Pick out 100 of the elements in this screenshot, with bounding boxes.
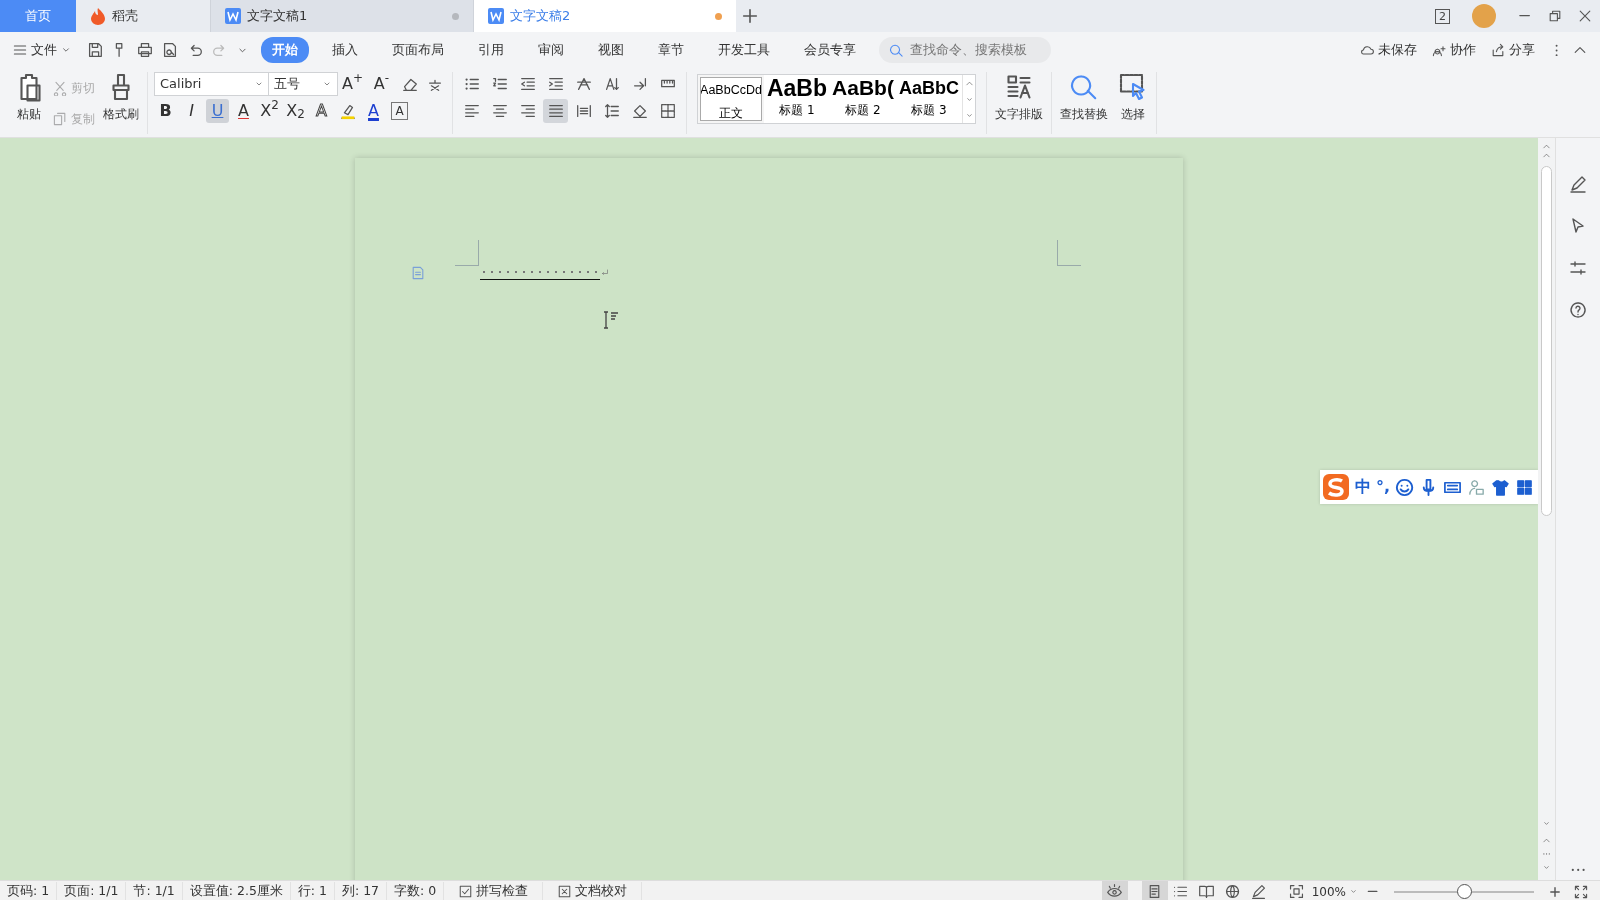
ribbon-tab[interactable]: 插入 xyxy=(321,37,369,63)
ribbon-tab[interactable]: 页面布局 xyxy=(381,37,455,63)
globe-icon xyxy=(1224,883,1242,900)
find-replace-button[interactable]: 查找替换 xyxy=(1058,72,1110,134)
text-layout-button[interactable]: 文字排版 xyxy=(993,72,1045,134)
status-text: 设置值: 2.5厘米 xyxy=(182,882,291,900)
style-preview: AaBbCcDd xyxy=(700,82,762,99)
align-left-icon xyxy=(462,102,481,120)
search-field[interactable]: 查找命令、搜索模板 xyxy=(879,37,1051,63)
book-icon xyxy=(1198,883,1216,900)
align-right-icon xyxy=(518,102,537,120)
sliders-icon xyxy=(1568,258,1588,278)
page-view-button[interactable] xyxy=(1141,880,1168,900)
superscript-button[interactable]: X$^{2}$ xyxy=(258,99,281,123)
paragraph-mark-icon xyxy=(600,268,610,278)
subscript-button[interactable]: X$_{2}$ xyxy=(284,99,307,123)
select-button[interactable]: 选择 xyxy=(1116,72,1150,134)
status-text: 列: 17 xyxy=(335,882,388,900)
text-direction-icon xyxy=(574,75,593,93)
status-text: 页面: 1/1 xyxy=(57,882,127,900)
checkbox-icon xyxy=(458,884,474,899)
font-color-button[interactable]: A xyxy=(362,99,385,123)
style-preview: AaBbC xyxy=(899,77,959,100)
writer-logo-icon xyxy=(225,8,241,24)
fullscreen-icon xyxy=(1573,883,1589,900)
eye-icon xyxy=(1106,883,1124,900)
style-preview: AaBb( xyxy=(832,75,894,101)
margin-corner-mark xyxy=(1057,240,1081,266)
next-page-icon xyxy=(1542,863,1551,872)
bold-button[interactable]: B xyxy=(154,99,177,123)
proofread-button[interactable]: 文档校对 xyxy=(543,882,643,900)
language-mode-toggle[interactable]: 中 xyxy=(1354,475,1371,499)
file-menu[interactable]: 文件 xyxy=(10,38,74,62)
help-icon xyxy=(1568,300,1588,320)
style-preset[interactable]: AaBbCcDd 正文 xyxy=(698,75,764,123)
document-tab[interactable]: 文字文稿1 xyxy=(210,0,473,32)
caret-icon xyxy=(1349,887,1358,896)
fill-icon xyxy=(630,102,649,120)
status-text: 页码: 1 xyxy=(0,882,58,900)
scrollbar-thumb[interactable] xyxy=(1541,166,1552,516)
ribbon-tab[interactable]: 视图 xyxy=(587,37,635,63)
line-spacing-icon xyxy=(602,102,621,120)
save-status-button[interactable]: 未保存 xyxy=(1356,38,1419,62)
scissors-icon xyxy=(52,79,68,96)
indent-icon xyxy=(546,75,565,93)
document-tab[interactable]: 文字文稿2 xyxy=(473,0,736,32)
shirt-icon[interactable] xyxy=(1491,477,1510,497)
collaborate-button[interactable]: 协作 xyxy=(1428,38,1478,62)
character-border-button[interactable]: A xyxy=(388,99,411,123)
grow-font-button[interactable]: A$^{+}$ xyxy=(341,72,364,96)
x-box-icon xyxy=(557,884,573,899)
style-preview: AaBb xyxy=(766,75,828,101)
minimize-icon xyxy=(1519,14,1531,18)
flame-logo-icon xyxy=(90,7,106,25)
style-name: 正文 xyxy=(719,104,743,122)
more-icon xyxy=(1570,868,1586,872)
shrink-font-button[interactable]: A$^{-}$ xyxy=(370,72,393,96)
pen-icon xyxy=(1250,883,1268,900)
emoji-icon[interactable] xyxy=(1395,477,1414,497)
spell-check-button[interactable]: 拼写检查 xyxy=(444,882,544,900)
zoom-dropdown[interactable]: 100% xyxy=(1309,880,1360,900)
justify-button[interactable] xyxy=(543,99,568,123)
status-text: 节: 1/1 xyxy=(126,882,183,900)
outdent-icon xyxy=(518,75,537,93)
text-cursor-icon xyxy=(601,311,621,329)
eye-protection-button[interactable] xyxy=(1101,880,1128,900)
ribbon-tab[interactable]: 审阅 xyxy=(527,37,575,63)
margin-corner-mark xyxy=(455,240,479,266)
writer-logo-icon xyxy=(488,8,504,24)
border-grid-icon xyxy=(658,102,677,120)
font-name-dropdown[interactable]: Calibri xyxy=(154,72,270,96)
format-painter-button[interactable]: 格式刷 xyxy=(101,72,141,134)
print-icon xyxy=(136,41,154,59)
plus-icon xyxy=(741,7,759,25)
window-count-button[interactable]: 2 xyxy=(1433,0,1452,32)
plus-icon xyxy=(1548,884,1562,899)
ribbon-tab[interactable]: 引用 xyxy=(467,37,515,63)
save-icon xyxy=(86,41,104,59)
strikethrough-button[interactable]: A xyxy=(232,99,255,123)
ribbon-tab[interactable]: 会员专享 xyxy=(793,37,867,63)
slider-thumb[interactable] xyxy=(1457,883,1472,899)
italic-button[interactable]: I xyxy=(180,99,203,123)
more-icon xyxy=(1554,43,1558,57)
paste-options-icon xyxy=(410,265,426,281)
ribbon-tab[interactable]: 开发工具 xyxy=(707,37,781,63)
search-icon xyxy=(889,42,904,58)
ribbon-tab[interactable]: 章节 xyxy=(647,37,695,63)
font-size-dropdown[interactable]: 五号 xyxy=(268,72,338,96)
share-button[interactable]: 分享 xyxy=(1487,38,1537,62)
grid-icon[interactable] xyxy=(1515,477,1534,497)
highlighter-icon xyxy=(338,102,357,120)
fit-icon xyxy=(1288,883,1306,900)
style-name: 标题 1 xyxy=(779,102,815,119)
close-icon xyxy=(1577,8,1593,24)
punctuation-toggle[interactable]: °, xyxy=(1375,475,1390,499)
print-preview-icon xyxy=(161,41,179,59)
menu-icon xyxy=(12,42,28,58)
ime-logo-icon[interactable] xyxy=(1321,473,1350,501)
status-text: 字数: 0 xyxy=(387,882,445,900)
paste-button[interactable]: 粘贴 xyxy=(12,72,46,134)
